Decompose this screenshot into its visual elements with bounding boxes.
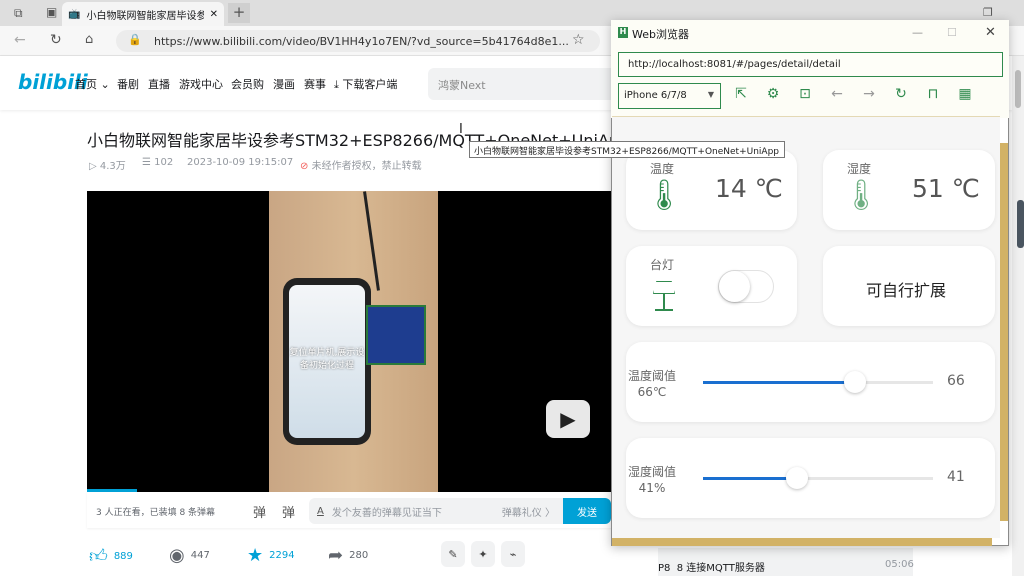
scrollbar-thumb[interactable] <box>1015 70 1021 108</box>
temperature-value: 14 ℃ <box>715 174 783 203</box>
send-button[interactable]: 发送 <box>563 498 611 524</box>
side-widget[interactable] <box>1017 200 1024 248</box>
humidity-threshold-value: 41 <box>947 469 965 485</box>
playlist-item-duration: 05:06 <box>885 559 914 570</box>
note-icon[interactable]: ✎ <box>441 541 465 567</box>
nav-shop[interactable]: 会员购 <box>231 76 264 92</box>
bilibili-play-icon[interactable]: ▶ <box>546 400 590 438</box>
thermometer-sun-icon: 🌡︎ <box>645 178 684 213</box>
danmaku-input[interactable]: A 发个友善的弹幕见证当下 弹幕礼仪 〉 <box>309 498 563 524</box>
coin-button[interactable]: ◉ 447 <box>169 545 210 566</box>
minimize-icon[interactable]: — <box>912 26 923 39</box>
settings-gear-icon[interactable]: ⚙ <box>763 86 783 102</box>
console-icon[interactable]: ⊡ <box>795 86 815 102</box>
expand-text: 可自行扩展 <box>866 281 947 300</box>
thermometer-drop-icon: 🌡︎ <box>842 178 881 213</box>
humidity-threshold-label: 湿度阈值 41% <box>628 465 677 495</box>
video-board <box>366 305 426 365</box>
watching-count: 3 人正在看，已装填 8 条弹幕 <box>96 508 216 518</box>
close-tab-icon[interactable]: ✕ <box>210 9 218 20</box>
hbuilder-logo-icon: H <box>618 27 628 38</box>
favorite-button[interactable]: ★ 2294 <box>247 545 295 566</box>
home-icon[interactable]: ⌂ <box>85 32 93 47</box>
close-window-icon[interactable]: ✕ <box>985 25 996 40</box>
lamp-toggle[interactable] <box>718 270 774 303</box>
temp-threshold-label: 温度阈值 66℃ <box>628 369 677 399</box>
font-style-icon: A <box>317 505 324 517</box>
nav-anime[interactable]: 番剧 <box>117 76 139 92</box>
refresh-icon[interactable]: ↻ <box>50 32 62 48</box>
lock-icon[interactable]: 🔒 <box>128 33 142 46</box>
preview-border-bottom <box>612 538 992 546</box>
danmaku-etiquette-link[interactable]: 弹幕礼仪 〉 <box>502 504 555 519</box>
bilibili-tab-icon: 📺 <box>68 8 81 20</box>
publish-date: 2023-10-09 19:15:07 <box>187 157 294 168</box>
forward-arrow-icon[interactable]: → <box>859 86 879 102</box>
device-select[interactable]: iPhone 6/7/8 ▼ <box>618 83 721 109</box>
video-caption: 复位单片机,展示设备初始化过程 <box>289 285 365 438</box>
view-count: ▷ 4.3万 <box>89 161 126 172</box>
nav-download[interactable]: ⤓ 下载客户端 <box>334 76 397 92</box>
lamp-icon <box>651 281 677 311</box>
preview-border-right <box>1000 143 1008 521</box>
nav-games[interactable]: 游戏中心 <box>179 76 223 92</box>
nav-live[interactable]: 直播 <box>148 76 170 92</box>
nav-esports[interactable]: 赛事 <box>304 76 326 92</box>
open-external-icon[interactable]: ⇱ <box>731 86 751 102</box>
edge-restore-icon[interactable]: ❐ <box>983 6 993 19</box>
window-title: Web浏览器 <box>632 28 689 41</box>
like-button[interactable]: 👍︎ 889 <box>89 545 133 567</box>
reload-icon[interactable]: ↻ <box>891 86 911 102</box>
workspaces-icon[interactable]: ⧉ <box>14 6 23 21</box>
tab-actions-icon[interactable]: ▣ <box>46 5 57 19</box>
playlist-item-title: P8 8 连接MQTT服务器 <box>658 563 765 574</box>
unlock-icon[interactable]: ⊓ <box>923 86 943 102</box>
tab-bilibili[interactable]: 📺 小白物联网智能家居毕设参考STM ✕ <box>62 2 224 26</box>
favorite-star-icon[interactable]: ☆ <box>572 32 585 48</box>
maximize-icon[interactable]: ☐ <box>947 26 957 39</box>
nav-manga[interactable]: 漫画 <box>273 76 295 92</box>
temp-threshold-value: 66 <box>947 373 965 389</box>
humidity-label: 湿度 <box>847 162 872 176</box>
danmaku-toggle-icon[interactable]: 弹 <box>253 502 266 521</box>
temperature-label: 温度 <box>650 162 675 176</box>
danmaku-count: ☰ 102 <box>142 157 174 168</box>
pin-icon[interactable]: ✦ <box>471 541 495 567</box>
text-cursor-icon: I <box>459 122 463 137</box>
url-input[interactable]: https://www.bilibili.com/video/BV1HH4y1o… <box>116 30 600 52</box>
lamp-label: 台灯 <box>650 258 675 272</box>
hbuilder-url-input[interactable]: http://localhost:8081/#/pages/detail/det… <box>618 52 1003 77</box>
page-scrollbar[interactable] <box>1012 56 1024 576</box>
back-arrow-icon[interactable]: ← <box>827 86 847 102</box>
nav-home[interactable]: 首页 ⌄ <box>75 76 110 92</box>
slider-knob[interactable] <box>843 371 866 393</box>
back-icon[interactable]: ← <box>14 32 26 48</box>
qrcode-icon[interactable]: ▦ <box>955 86 975 102</box>
search-input[interactable]: 鸿蒙Next <box>428 68 618 100</box>
danmaku-settings-icon[interactable]: 弹 <box>282 502 295 521</box>
stats-icon[interactable]: ⌁ <box>501 541 525 567</box>
new-tab-button[interactable]: + <box>228 3 250 23</box>
share-button[interactable]: ➦ 280 <box>328 545 368 566</box>
title-tooltip: 小白物联网智能家居毕设参考STM32+ESP8266/MQTT+OneNet+U… <box>469 141 785 158</box>
humidity-value: 51 ℃ <box>912 174 980 203</box>
copyright-notice: ⊘ 未经作者授权，禁止转载 <box>300 161 422 172</box>
